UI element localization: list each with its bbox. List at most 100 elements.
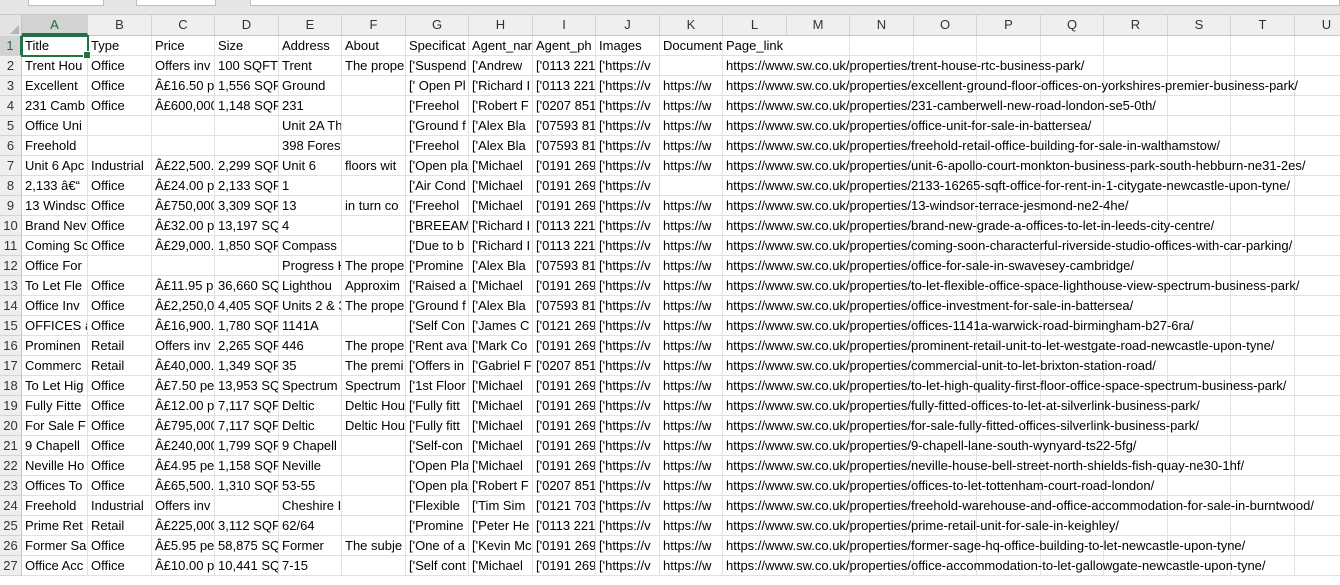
- cell-d7[interactable]: 2,299 SQF: [215, 156, 279, 176]
- cell-u14[interactable]: [1295, 296, 1340, 316]
- cell-a3[interactable]: Excellent: [22, 76, 88, 96]
- row-header[interactable]: 3: [0, 76, 22, 96]
- cell-d11[interactable]: 1,850 SQF: [215, 236, 279, 256]
- cell-e27[interactable]: 7-15: [279, 556, 342, 576]
- row-header[interactable]: 8: [0, 176, 22, 196]
- cell-j1[interactable]: Images: [596, 36, 660, 56]
- cell-e5[interactable]: Unit 2A Th: [279, 116, 342, 136]
- cell-i16[interactable]: ['0191 269: [533, 336, 596, 356]
- cell-t5[interactable]: [1231, 116, 1295, 136]
- cell-i12[interactable]: ['07593 81: [533, 256, 596, 276]
- cell-k26[interactable]: https://w: [660, 536, 723, 556]
- cell-e1[interactable]: Address: [279, 36, 342, 56]
- cell-h21[interactable]: ['Michael: [469, 436, 533, 456]
- column-header-m[interactable]: M: [787, 15, 850, 35]
- cell-j18[interactable]: ['https://v: [596, 376, 660, 396]
- cell-k5[interactable]: https://w: [660, 116, 723, 136]
- cell-i18[interactable]: ['0191 269: [533, 376, 596, 396]
- cell-c9[interactable]: Â£750,000: [152, 196, 215, 216]
- cell-e9[interactable]: 13: [279, 196, 342, 216]
- cell-u15[interactable]: [1295, 316, 1340, 336]
- cell-b6[interactable]: [88, 136, 152, 156]
- cell-d17[interactable]: 1,349 SQF: [215, 356, 279, 376]
- cell-l16[interactable]: https://www.sw.co.uk/properties/prominen…: [723, 336, 1274, 356]
- cell-a22[interactable]: Neville Ho: [22, 456, 88, 476]
- cell-f15[interactable]: [342, 316, 406, 336]
- cell-g25[interactable]: ['Promine: [406, 516, 469, 536]
- cell-k4[interactable]: https://w: [660, 96, 723, 116]
- column-header-r[interactable]: R: [1104, 15, 1168, 35]
- cell-d14[interactable]: 4,405 SQF: [215, 296, 279, 316]
- row-header[interactable]: 6: [0, 136, 22, 156]
- cell-a24[interactable]: Freehold: [22, 496, 88, 516]
- cell-u8[interactable]: [1295, 176, 1340, 196]
- cell-h1[interactable]: Agent_nar: [469, 36, 533, 56]
- cell-l25[interactable]: https://www.sw.co.uk/properties/prime-re…: [723, 516, 1119, 536]
- cell-c27[interactable]: Â£10.00 p: [152, 556, 215, 576]
- cell-b8[interactable]: Office: [88, 176, 152, 196]
- cell-j19[interactable]: ['https://v: [596, 396, 660, 416]
- cell-c2[interactable]: Offers inv: [152, 56, 215, 76]
- cell-t21[interactable]: [1231, 436, 1295, 456]
- cell-g7[interactable]: ['Open pla: [406, 156, 469, 176]
- cell-t2[interactable]: [1231, 56, 1295, 76]
- cell-j22[interactable]: ['https://v: [596, 456, 660, 476]
- cell-s12[interactable]: [1168, 256, 1231, 276]
- cell-i21[interactable]: ['0191 269: [533, 436, 596, 456]
- row-header[interactable]: 5: [0, 116, 22, 136]
- cell-k20[interactable]: https://w: [660, 416, 723, 436]
- cell-c7[interactable]: Â£22,500.: [152, 156, 215, 176]
- cell-e15[interactable]: 1141A: [279, 316, 342, 336]
- cell-s14[interactable]: [1168, 296, 1231, 316]
- cell-i22[interactable]: ['0191 269: [533, 456, 596, 476]
- cell-a26[interactable]: Former Sa: [22, 536, 88, 556]
- cell-k27[interactable]: https://w: [660, 556, 723, 576]
- cell-b21[interactable]: Office: [88, 436, 152, 456]
- cell-j14[interactable]: ['https://v: [596, 296, 660, 316]
- cell-a6[interactable]: Freehold: [22, 136, 88, 156]
- cell-t23[interactable]: [1231, 476, 1295, 496]
- cell-l10[interactable]: https://www.sw.co.uk/properties/brand-ne…: [723, 216, 1214, 236]
- cell-t12[interactable]: [1231, 256, 1295, 276]
- cell-u3[interactable]: [1295, 76, 1340, 96]
- cell-c10[interactable]: Â£32.00 p: [152, 216, 215, 236]
- cell-d26[interactable]: 58,875 SQ: [215, 536, 279, 556]
- cell-e13[interactable]: Lighthou: [279, 276, 342, 296]
- cell-d4[interactable]: 1,148 SQF: [215, 96, 279, 116]
- cell-c20[interactable]: Â£795,000: [152, 416, 215, 436]
- row-header[interactable]: 9: [0, 196, 22, 216]
- cell-g19[interactable]: ['Fully fitt: [406, 396, 469, 416]
- cell-j17[interactable]: ['https://v: [596, 356, 660, 376]
- cell-d10[interactable]: 13,197 SQ: [215, 216, 279, 236]
- cell-j25[interactable]: ['https://v: [596, 516, 660, 536]
- cell-k15[interactable]: https://w: [660, 316, 723, 336]
- cell-g3[interactable]: [' Open Pl: [406, 76, 469, 96]
- cell-k24[interactable]: https://w: [660, 496, 723, 516]
- cell-d6[interactable]: [215, 136, 279, 156]
- cell-j7[interactable]: ['https://v: [596, 156, 660, 176]
- column-header-q[interactable]: Q: [1041, 15, 1104, 35]
- cell-s9[interactable]: [1168, 196, 1231, 216]
- cell-g14[interactable]: ['Ground f: [406, 296, 469, 316]
- cell-i5[interactable]: ['07593 81: [533, 116, 596, 136]
- cell-u1[interactable]: [1295, 36, 1340, 56]
- cell-l26[interactable]: https://www.sw.co.uk/properties/former-s…: [723, 536, 1245, 556]
- cell-l5[interactable]: https://www.sw.co.uk/properties/office-u…: [723, 116, 1091, 136]
- cell-f7[interactable]: floors wit: [342, 156, 406, 176]
- cell-f13[interactable]: Approxim: [342, 276, 406, 296]
- cell-b13[interactable]: Office: [88, 276, 152, 296]
- row-header[interactable]: 17: [0, 356, 22, 376]
- cell-g5[interactable]: ['Ground f: [406, 116, 469, 136]
- column-header-g[interactable]: G: [406, 15, 469, 35]
- cell-a5[interactable]: Office Uni: [22, 116, 88, 136]
- cell-e20[interactable]: Deltic: [279, 416, 342, 436]
- cell-f6[interactable]: [342, 136, 406, 156]
- cell-b7[interactable]: Industrial: [88, 156, 152, 176]
- cell-f17[interactable]: The premi: [342, 356, 406, 376]
- cell-h22[interactable]: ['Michael: [469, 456, 533, 476]
- cell-f4[interactable]: [342, 96, 406, 116]
- cell-a11[interactable]: Coming Sc: [22, 236, 88, 256]
- cell-g6[interactable]: ['Freehol: [406, 136, 469, 156]
- cell-j8[interactable]: ['https://v: [596, 176, 660, 196]
- cell-k6[interactable]: https://w: [660, 136, 723, 156]
